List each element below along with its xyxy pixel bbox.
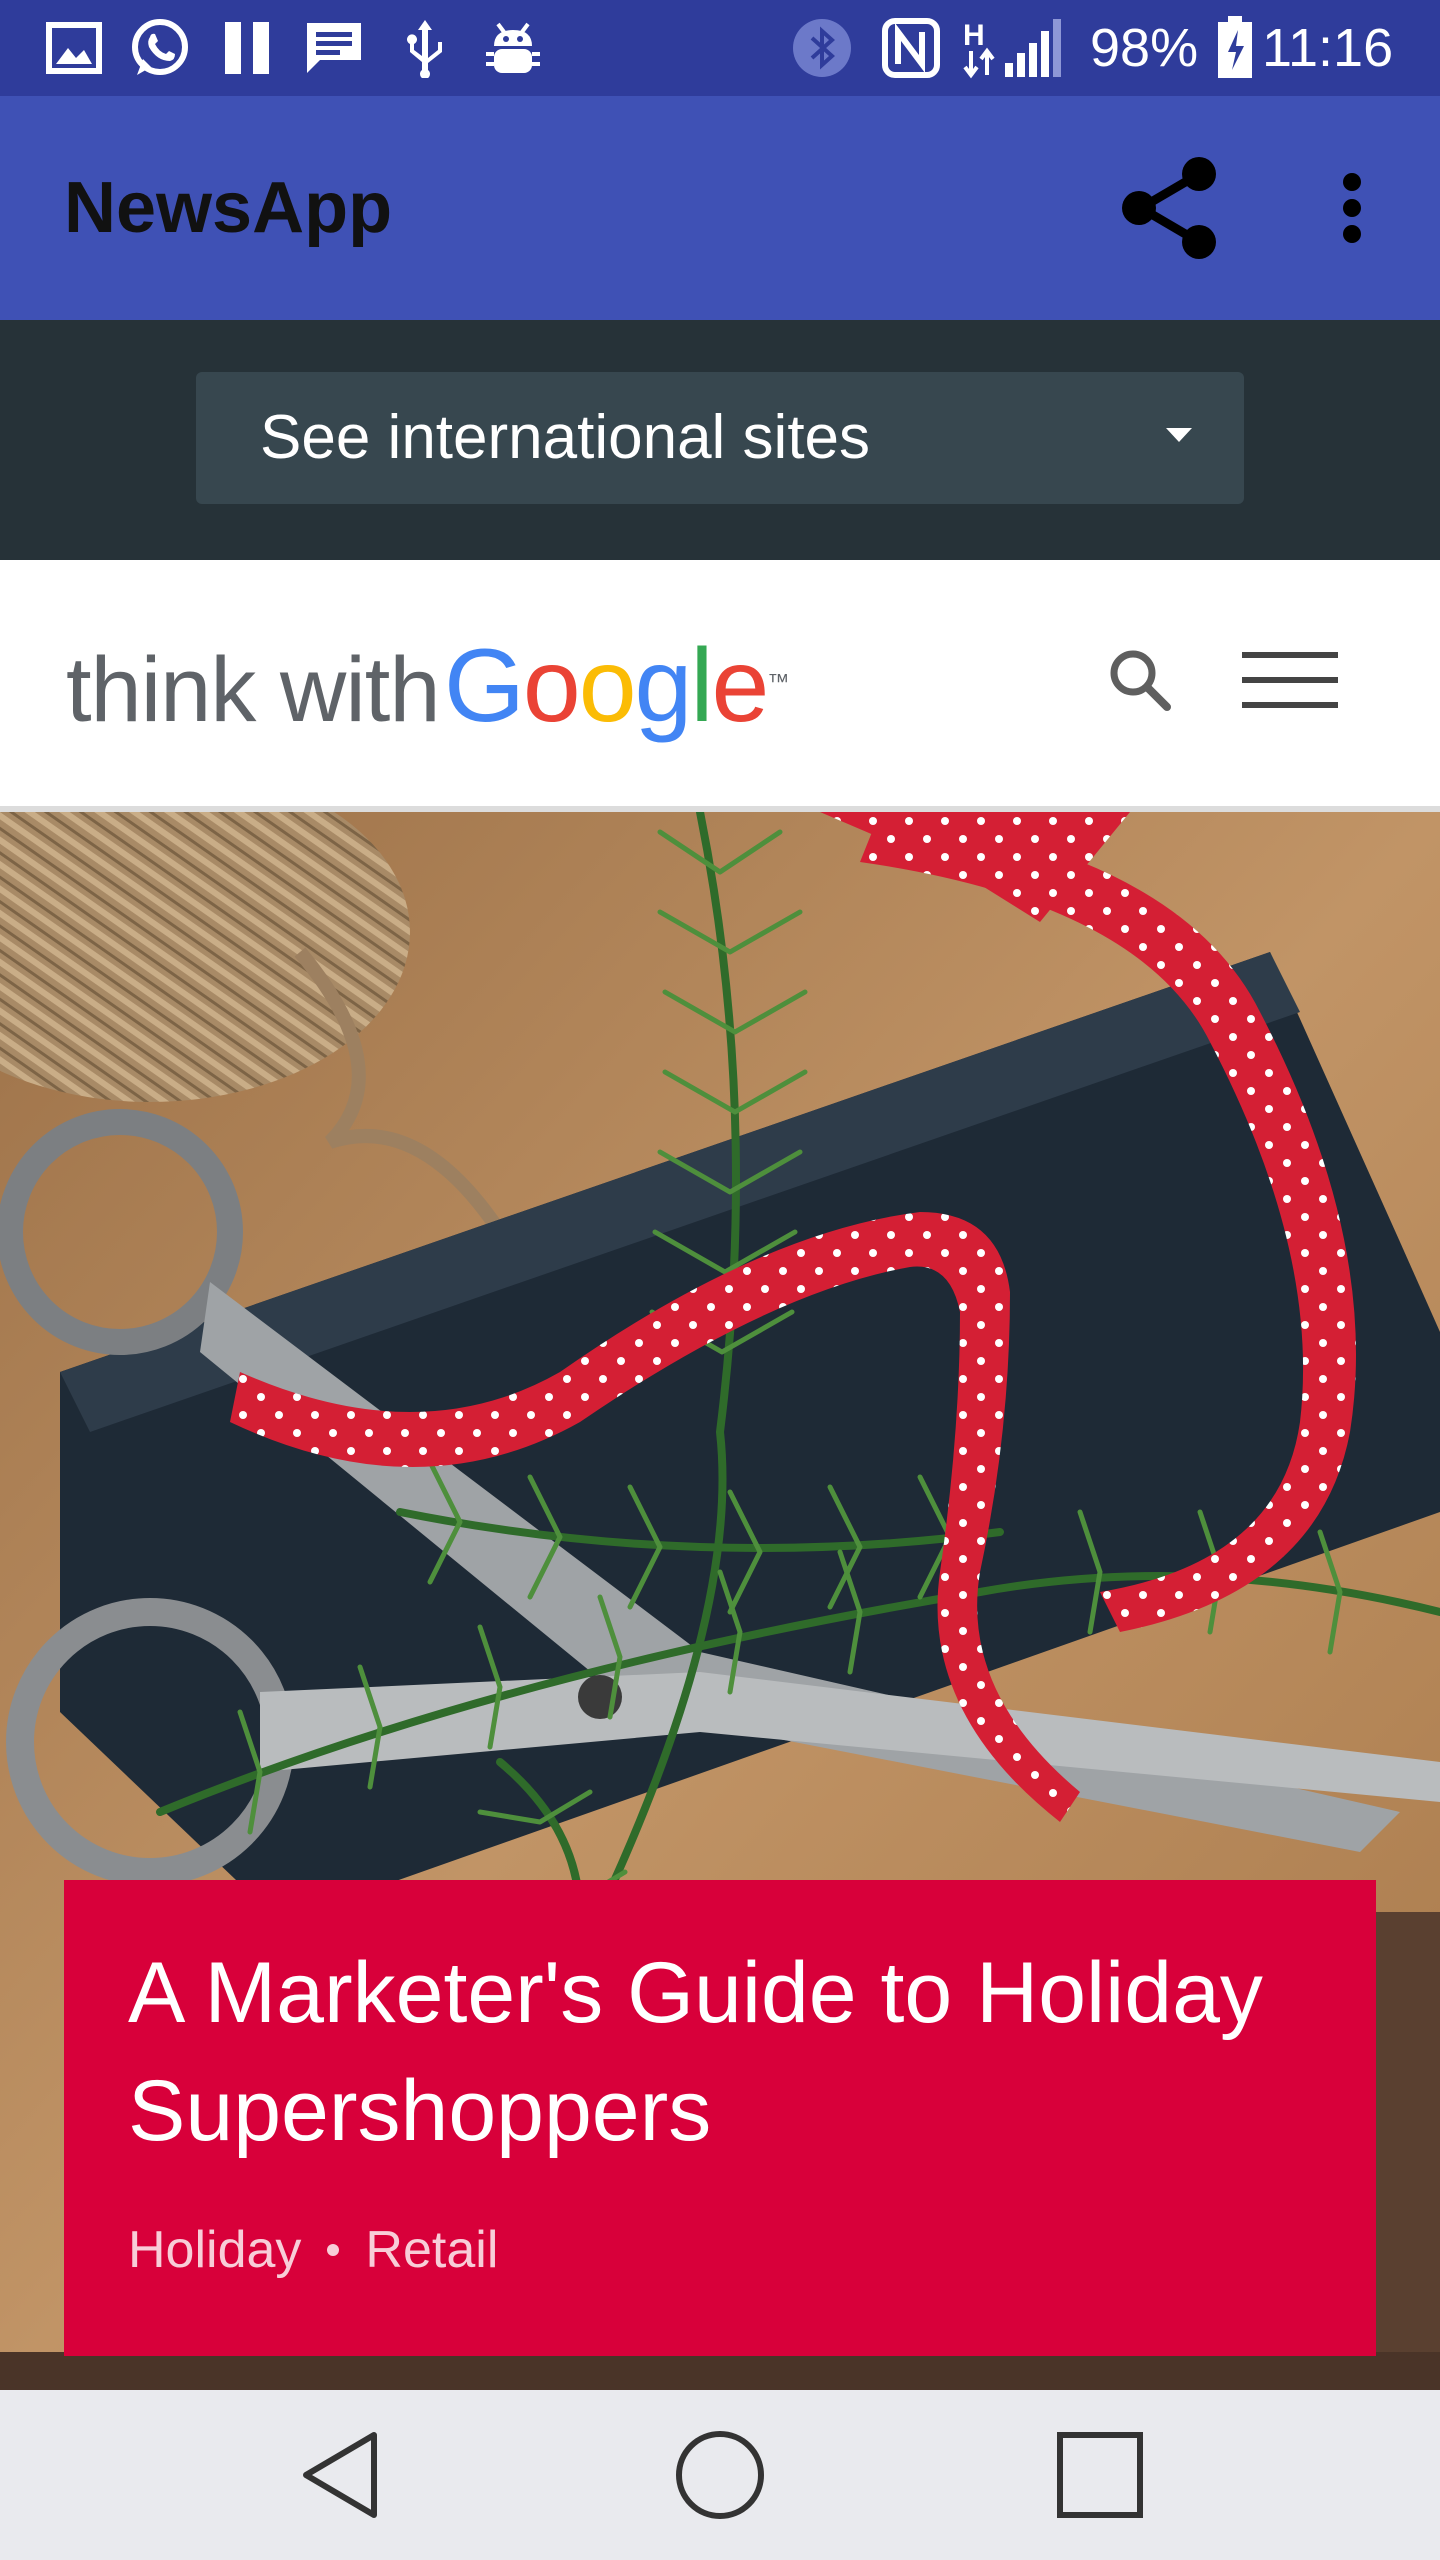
logo-letter: o: [578, 628, 637, 744]
international-sites-label: See international sites: [260, 403, 871, 472]
nfc-icon: [880, 18, 942, 78]
status-bar: H 98% 11:16: [0, 0, 1440, 96]
logo-letter: o: [522, 628, 581, 744]
svg-text:H: H: [963, 19, 985, 52]
logo-prefix: think with: [66, 639, 440, 741]
article-title[interactable]: A Marketer's Guide to Holiday Supershopp…: [128, 1934, 1312, 2170]
message-icon: [302, 18, 366, 78]
logo-letter: l: [690, 628, 713, 744]
international-sites-dropdown[interactable]: See international sites: [196, 372, 1244, 504]
android-debug-icon: [482, 18, 544, 78]
international-sites-banner: See international sites: [0, 320, 1440, 560]
app-bar: NewsApp: [0, 96, 1440, 320]
hero-article[interactable]: A Marketer's Guide to Holiday Supershopp…: [0, 812, 1440, 2390]
logo-letter: e: [711, 628, 770, 744]
gallery-icon: [42, 18, 106, 78]
signal-icon: H: [960, 18, 1070, 79]
logo-letter: G: [443, 628, 525, 744]
hamburger-menu-icon[interactable]: [1230, 630, 1350, 730]
article-card[interactable]: A Marketer's Guide to Holiday Supershopp…: [64, 1880, 1376, 2356]
caret-down-icon: [1166, 428, 1192, 448]
recents-icon[interactable]: [1000, 2410, 1200, 2540]
app-title: NewsApp: [64, 168, 393, 248]
battery-icon: [1214, 16, 1256, 78]
tag-holiday[interactable]: Holiday: [128, 2218, 301, 2282]
clock: 11:16: [1262, 18, 1394, 78]
site-header: think with Google™: [0, 560, 1440, 812]
article-tags: Holiday Retail: [128, 2218, 1312, 2282]
search-icon[interactable]: [1090, 630, 1190, 730]
battery-percent: 98%: [1090, 18, 1199, 78]
tag-separator: [327, 2244, 340, 2256]
tag-retail[interactable]: Retail: [365, 2218, 498, 2282]
back-icon[interactable]: [240, 2410, 440, 2540]
google-wordmark: Google: [443, 628, 770, 744]
logo-letter: g: [634, 628, 693, 744]
overflow-menu-icon[interactable]: [1312, 148, 1392, 268]
share-icon[interactable]: [1110, 148, 1230, 268]
think-with-google-logo[interactable]: think with Google™: [66, 626, 789, 746]
pause-icon: [218, 18, 278, 78]
home-icon[interactable]: [620, 2410, 820, 2540]
trademark-symbol: ™: [767, 669, 790, 694]
system-navigation-bar: [0, 2390, 1440, 2560]
whatsapp-icon: [126, 18, 194, 78]
bluetooth-icon: [790, 18, 854, 78]
usb-icon: [398, 18, 452, 78]
